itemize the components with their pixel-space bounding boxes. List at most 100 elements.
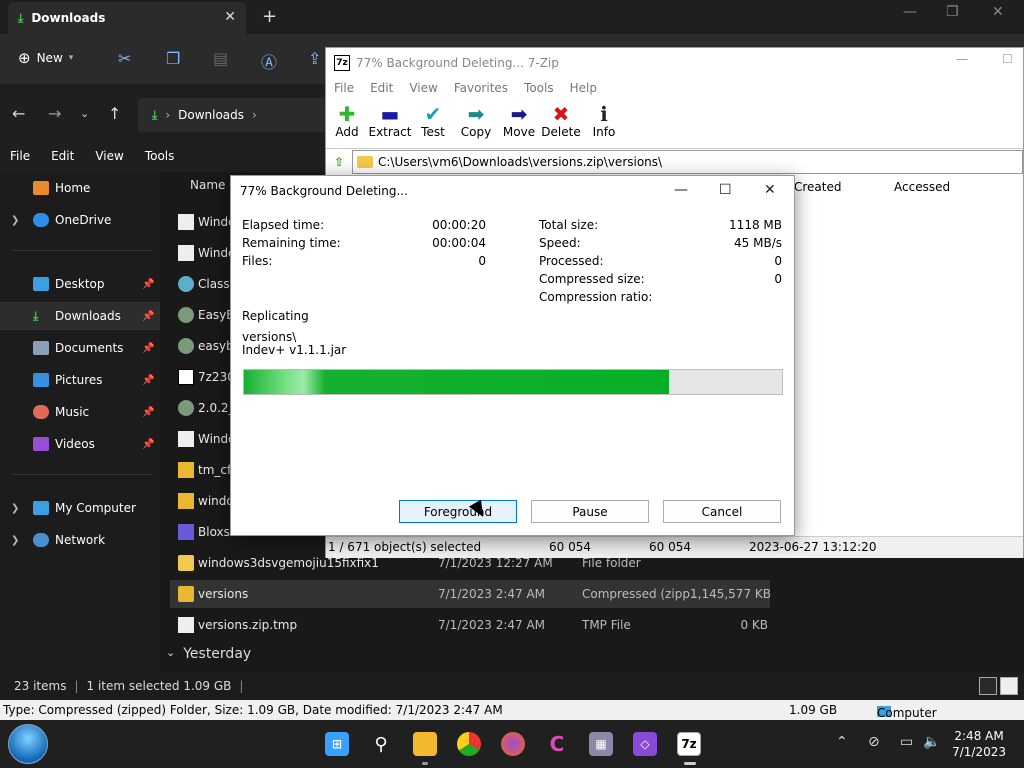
address-segment[interactable]: Downloads [178, 108, 244, 122]
display-icon[interactable]: ▭ [900, 734, 913, 750]
new-button[interactable]: ⊕ New ▾ [18, 49, 73, 67]
chrome-icon[interactable] [457, 732, 481, 756]
file-explorer-icon[interactable] [413, 732, 437, 756]
maximize-icon[interactable]: ☐ [1002, 52, 1013, 66]
chevron-right-icon[interactable]: ❯ [11, 535, 19, 546]
network-off-icon[interactable]: ⊘ [868, 734, 880, 750]
close-tab-icon[interactable]: ✕ [224, 9, 236, 25]
menu-help[interactable]: Help [562, 77, 605, 99]
clock[interactable]: 2:48 AM 7/1/2023 [952, 728, 1006, 760]
calculator-icon[interactable]: ▦ [589, 732, 613, 756]
maximize-icon[interactable]: ❐ [946, 4, 959, 20]
menu-tools[interactable]: Tools [135, 142, 186, 172]
navigation-pane: Home ❯ OneDrive Desktop 📌 ⤓ Downloads 📌 … [0, 172, 160, 672]
menu-tools[interactable]: Tools [516, 77, 562, 99]
firefox-icon[interactable] [501, 732, 525, 756]
sidebar-item-downloads[interactable]: ⤓ Downloads 📌 [0, 302, 160, 330]
7zip-title: 77% Background Deleting... 7-Zip [356, 55, 559, 70]
new-tab-icon[interactable]: + [262, 6, 277, 27]
info-button[interactable]: ℹ Info [579, 103, 629, 139]
status-divider: | [74, 679, 79, 693]
sidebar-item-onedrive[interactable]: ❯ OneDrive [0, 206, 160, 234]
files-label: Files: [242, 254, 273, 268]
table-row[interactable]: versions.zip.tmp 7/1/2023 2:47 AM TMP Fi… [170, 611, 770, 639]
tiles-view-icon[interactable] [1000, 677, 1018, 695]
minimize-icon[interactable]: — [674, 182, 688, 198]
column-header-created[interactable]: Created [794, 180, 842, 194]
menu-file[interactable]: File [326, 77, 362, 99]
7zip-taskbar-icon[interactable]: 7z [677, 732, 701, 756]
menu-view[interactable]: View [401, 77, 445, 99]
menu-edit[interactable]: Edit [41, 142, 85, 172]
explorer-tab[interactable]: ⤓ Downloads ✕ [8, 2, 246, 34]
share-icon[interactable]: ⇪ [308, 49, 321, 68]
sidebar-item-my-computer[interactable]: ❯ My Computer [0, 494, 160, 522]
table-row[interactable]: versions 7/1/2023 2:47 AM Compressed (zi… [170, 580, 771, 608]
dialog-title: 77% Background Deleting... [240, 184, 408, 198]
menu-file[interactable]: File [0, 142, 41, 172]
forward-icon[interactable]: → [48, 104, 61, 123]
back-icon[interactable]: ← [12, 104, 25, 123]
chevron-up-icon[interactable]: ⌃ [836, 734, 848, 750]
status-divider: | [239, 679, 244, 693]
chevron-right-icon[interactable]: ❯ [11, 503, 19, 514]
windows-logo-icon[interactable]: ⊞ [325, 732, 349, 756]
group-header-yesterday[interactable]: ⌄ Yesterday [166, 646, 251, 662]
menu-favorites[interactable]: Favorites [446, 77, 516, 99]
video-icon [33, 437, 49, 451]
minimize-icon[interactable]: — [956, 52, 968, 66]
pin-icon[interactable]: 📌 [142, 311, 154, 322]
rename-icon[interactable]: Ⓐ [261, 49, 277, 73]
volume-icon[interactable]: 🔈 [923, 734, 940, 750]
menu-edit[interactable]: Edit [362, 77, 401, 99]
pin-icon[interactable]: 📌 [142, 279, 154, 290]
recent-icon[interactable]: ⌄ [80, 107, 89, 120]
address-box[interactable]: ⤓ › Downloads › [138, 98, 328, 132]
up-icon[interactable]: ↑ [108, 104, 121, 123]
file-icon [178, 214, 194, 230]
sidebar-item-network[interactable]: ❯ Network [0, 526, 160, 554]
chevron-down-icon: ▾ [68, 53, 74, 63]
menu-view[interactable]: View [85, 142, 134, 172]
close-icon[interactable]: ✕ [764, 182, 776, 198]
sidebar-item-desktop[interactable]: Desktop 📌 [0, 270, 160, 298]
selection-size: 1.09 GB [789, 703, 838, 717]
paste-icon[interactable]: ▤ [213, 49, 228, 68]
start-button[interactable] [8, 724, 48, 764]
app-icon [178, 338, 194, 354]
up-folder-icon[interactable]: ⇧ [326, 150, 352, 174]
details-view-icon[interactable] [979, 677, 997, 695]
close-window-icon[interactable]: ✕ [992, 4, 1004, 20]
column-header-accessed[interactable]: Accessed [894, 180, 950, 194]
zip-folder-icon [178, 462, 194, 478]
app-icon [178, 524, 194, 540]
info-icon: ℹ [600, 102, 608, 126]
7zip-path-box[interactable]: C:\Users\vm6\Downloads\versions.zip\vers… [352, 149, 1023, 174]
sidebar-item-home[interactable]: Home [0, 174, 160, 202]
cut-icon[interactable]: ✂ [118, 49, 131, 68]
pause-button[interactable]: Pause [531, 500, 649, 523]
pin-icon[interactable]: 📌 [142, 375, 154, 386]
sidebar-item-documents[interactable]: Documents 📌 [0, 334, 160, 362]
sidebar-item-pictures[interactable]: Pictures 📌 [0, 366, 160, 394]
button-label: Extract [368, 125, 412, 139]
pin-icon[interactable]: 📌 [142, 407, 154, 418]
ccleaner-icon[interactable]: C [545, 732, 569, 756]
minimize-icon[interactable]: — [903, 4, 917, 20]
maximize-icon[interactable]: ☐ [719, 182, 732, 198]
document-icon [33, 341, 49, 355]
copy-icon[interactable]: ❐ [166, 49, 180, 68]
pin-icon[interactable]: 📌 [142, 343, 154, 354]
pin-icon[interactable]: 📌 [142, 439, 154, 450]
foreground-button[interactable]: Foreground [399, 500, 517, 523]
cancel-button[interactable]: Cancel [663, 500, 781, 523]
current-path: versions\ [242, 330, 297, 344]
sidebar-item-music[interactable]: Music 📌 [0, 398, 160, 426]
chevron-right-icon[interactable]: ❯ [11, 215, 19, 226]
sidebar-item-videos[interactable]: Videos 📌 [0, 430, 160, 458]
sidebar-item-label: Desktop [55, 277, 105, 291]
search-icon[interactable]: ⚲ [369, 732, 393, 756]
visual-studio-icon[interactable]: ◇ [633, 732, 657, 756]
sidebar-item-label: My Computer [55, 501, 136, 515]
column-header-name[interactable]: Name [190, 178, 225, 192]
